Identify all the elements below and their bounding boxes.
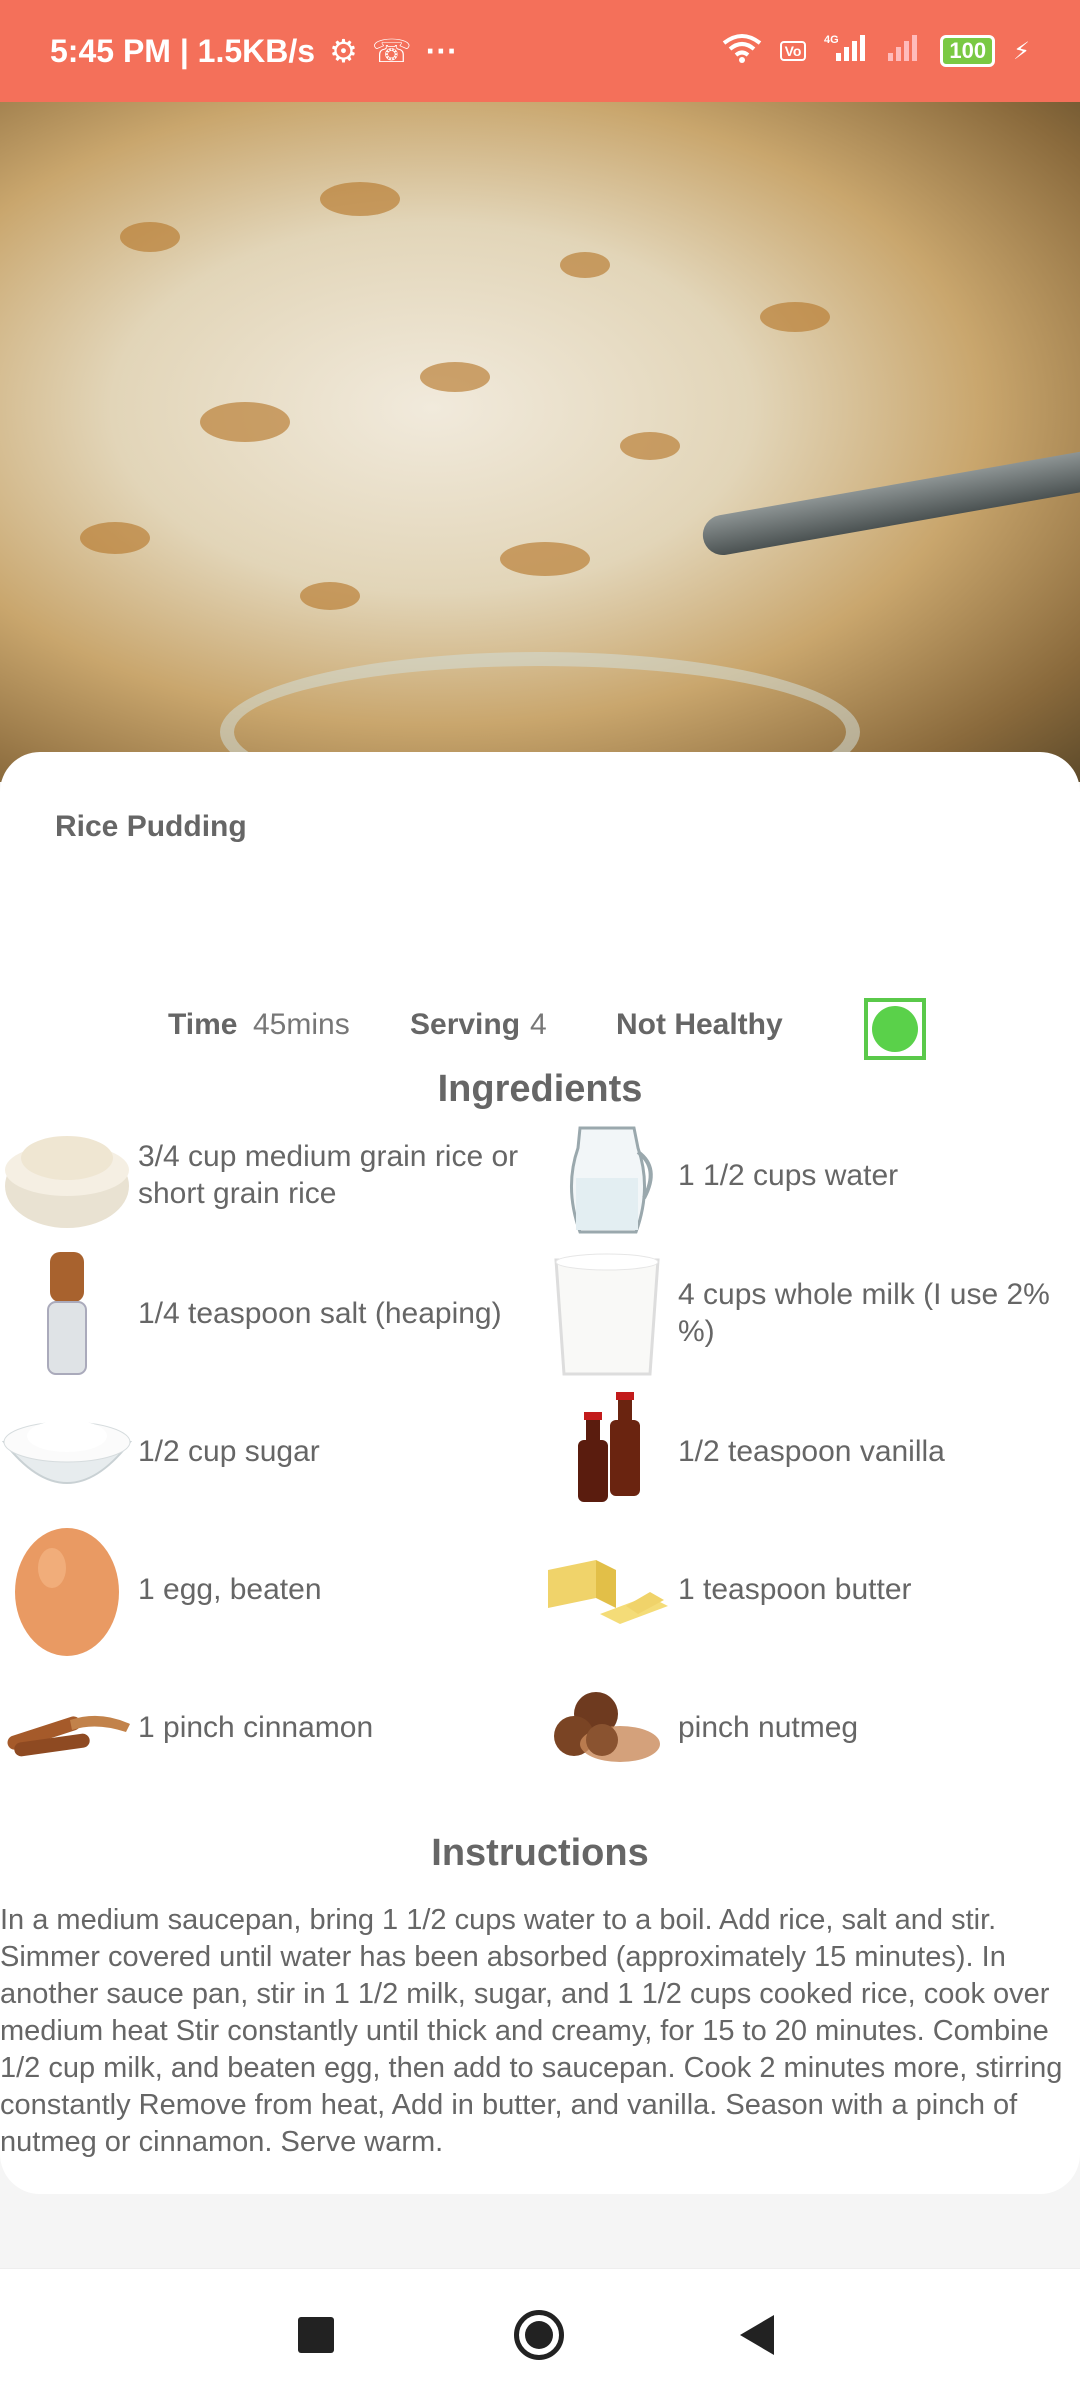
- health-label: Not Healthy: [616, 1008, 783, 1041]
- back-icon[interactable]: [740, 2315, 774, 2355]
- recipe-hero-image: [0, 102, 1080, 782]
- milk-glass-icon: [540, 1246, 674, 1380]
- water-jug-icon: [540, 1108, 674, 1242]
- ingredients-heading: Ingredients: [437, 1068, 643, 1110]
- system-nav-bar: [0, 2268, 1080, 2400]
- missed-call-icon: ☏: [371, 33, 412, 69]
- salt-shaker-icon: [0, 1246, 134, 1380]
- ingredient-item: 1/4 teaspoon salt (heaping): [0, 1244, 540, 1382]
- health-status-icon: [872, 1006, 918, 1052]
- ingredient-item: 4 cups whole milk (I use 2% %): [540, 1244, 1080, 1382]
- vanilla-bottles-icon: [540, 1384, 674, 1518]
- sugar-bowl-icon: [0, 1384, 134, 1518]
- status-time: 5:45 PM | 1.5KB/s: [50, 32, 316, 69]
- ingredient-item: 3/4 cup medium grain rice or short grain…: [0, 1106, 540, 1244]
- egg-icon: [0, 1522, 134, 1656]
- serving-value: 4: [530, 1008, 547, 1041]
- recipe-meta: Time 45mins Serving 4 Not Healthy: [0, 998, 1080, 1060]
- recipe-card: Rice Pudding Time 45mins Serving 4 Not H…: [0, 752, 1080, 2194]
- signal-icon: 4G: [824, 33, 868, 70]
- time-label: Time: [168, 1008, 238, 1041]
- recipe-title: Rice Pudding: [55, 810, 247, 843]
- serving-label: Serving: [410, 1008, 521, 1041]
- battery-icon: 100: [940, 35, 996, 67]
- ingredient-item: 1/2 cup sugar: [0, 1382, 540, 1520]
- rice-bowl-icon: [0, 1108, 134, 1242]
- charging-bolt-icon: ⚡: [1013, 37, 1030, 65]
- settings-gear-icon: ⚙: [329, 33, 358, 69]
- signal-2-icon: [886, 33, 922, 70]
- volte-icon: Vo: [779, 41, 807, 61]
- ingredient-item: 1 pinch cinnamon: [0, 1658, 540, 1796]
- more-dots-icon: ···: [425, 32, 458, 69]
- home-icon[interactable]: [514, 2310, 564, 2360]
- ingredient-item: 1/2 teaspoon vanilla: [540, 1382, 1080, 1520]
- time-value: 45mins: [253, 1008, 350, 1041]
- health-indicator: [864, 998, 926, 1060]
- nutmeg-icon: [540, 1660, 674, 1794]
- butter-icon: [540, 1522, 674, 1656]
- cinnamon-sticks-icon: [0, 1660, 134, 1794]
- svg-text:4G: 4G: [824, 34, 839, 46]
- wifi-icon: [722, 33, 762, 70]
- instructions-text: In a medium saucepan, bring 1 1/2 cups w…: [0, 1904, 1063, 2158]
- ingredient-item: pinch nutmeg: [540, 1658, 1080, 1796]
- status-bar: 5:45 PM | 1.5KB/s ⚙ ☏ ··· Vo 4G 100 ⚡: [0, 0, 1080, 102]
- instructions-heading: Instructions: [431, 1832, 649, 1874]
- ingredient-item: 1 teaspoon butter: [540, 1520, 1080, 1658]
- ingredient-item: 1 egg, beaten: [0, 1520, 540, 1658]
- recent-apps-icon[interactable]: [298, 2317, 334, 2353]
- ingredient-item: 1 1/2 cups water: [540, 1106, 1080, 1244]
